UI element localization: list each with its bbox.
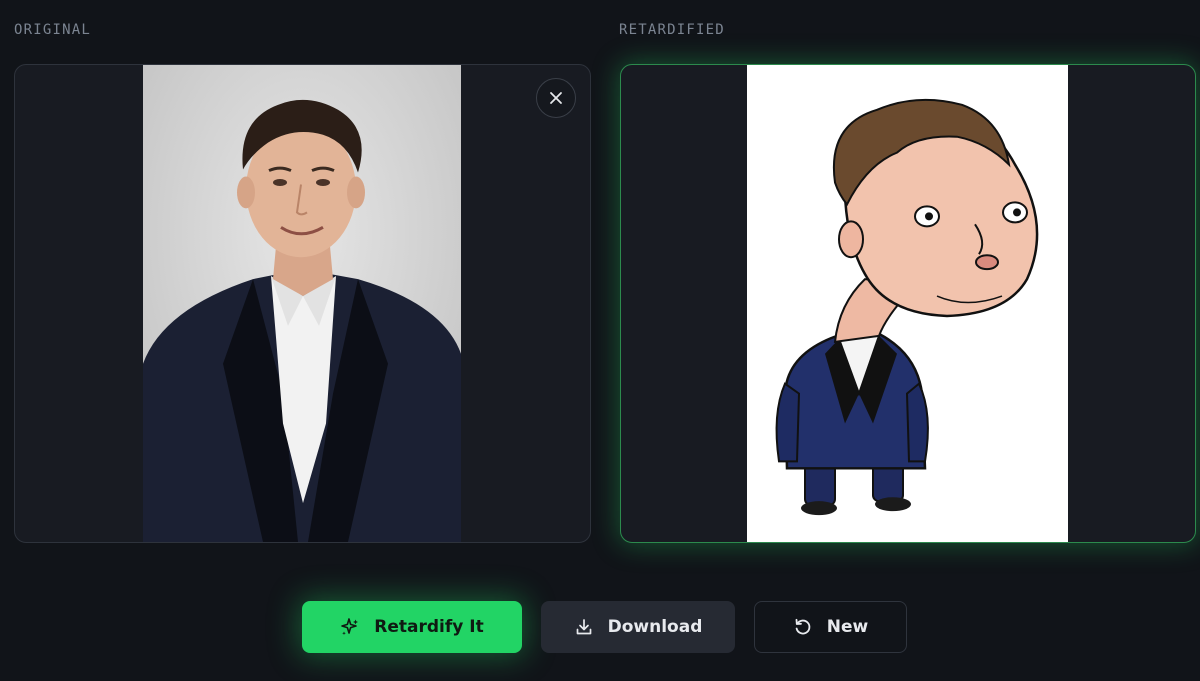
new-button-label: New [826, 617, 869, 637]
result-cartoon [747, 65, 1068, 542]
download-button-label: Download [607, 617, 703, 637]
result-label: RETARDIFIED [619, 22, 725, 38]
original-label: ORIGINAL [14, 22, 92, 38]
original-photo [143, 65, 461, 542]
original-image-panel [14, 64, 591, 543]
download-icon [576, 619, 591, 635]
result-cartoon-illustration [747, 65, 1068, 542]
app-root: ORIGINAL RETARDIFIED Retardify It Downlo… [0, 0, 1200, 681]
retardify-button[interactable]: Retardify It [302, 601, 522, 653]
new-button[interactable]: New [754, 601, 907, 653]
close-icon [550, 92, 562, 104]
refresh-icon [795, 618, 811, 635]
original-photo-illustration [143, 65, 461, 542]
download-button[interactable]: Download [541, 601, 735, 653]
retardify-button-label: Retardify It [374, 617, 484, 637]
result-image-panel [620, 64, 1196, 543]
sparkles-icon [341, 618, 359, 635]
remove-image-button[interactable] [536, 78, 576, 118]
